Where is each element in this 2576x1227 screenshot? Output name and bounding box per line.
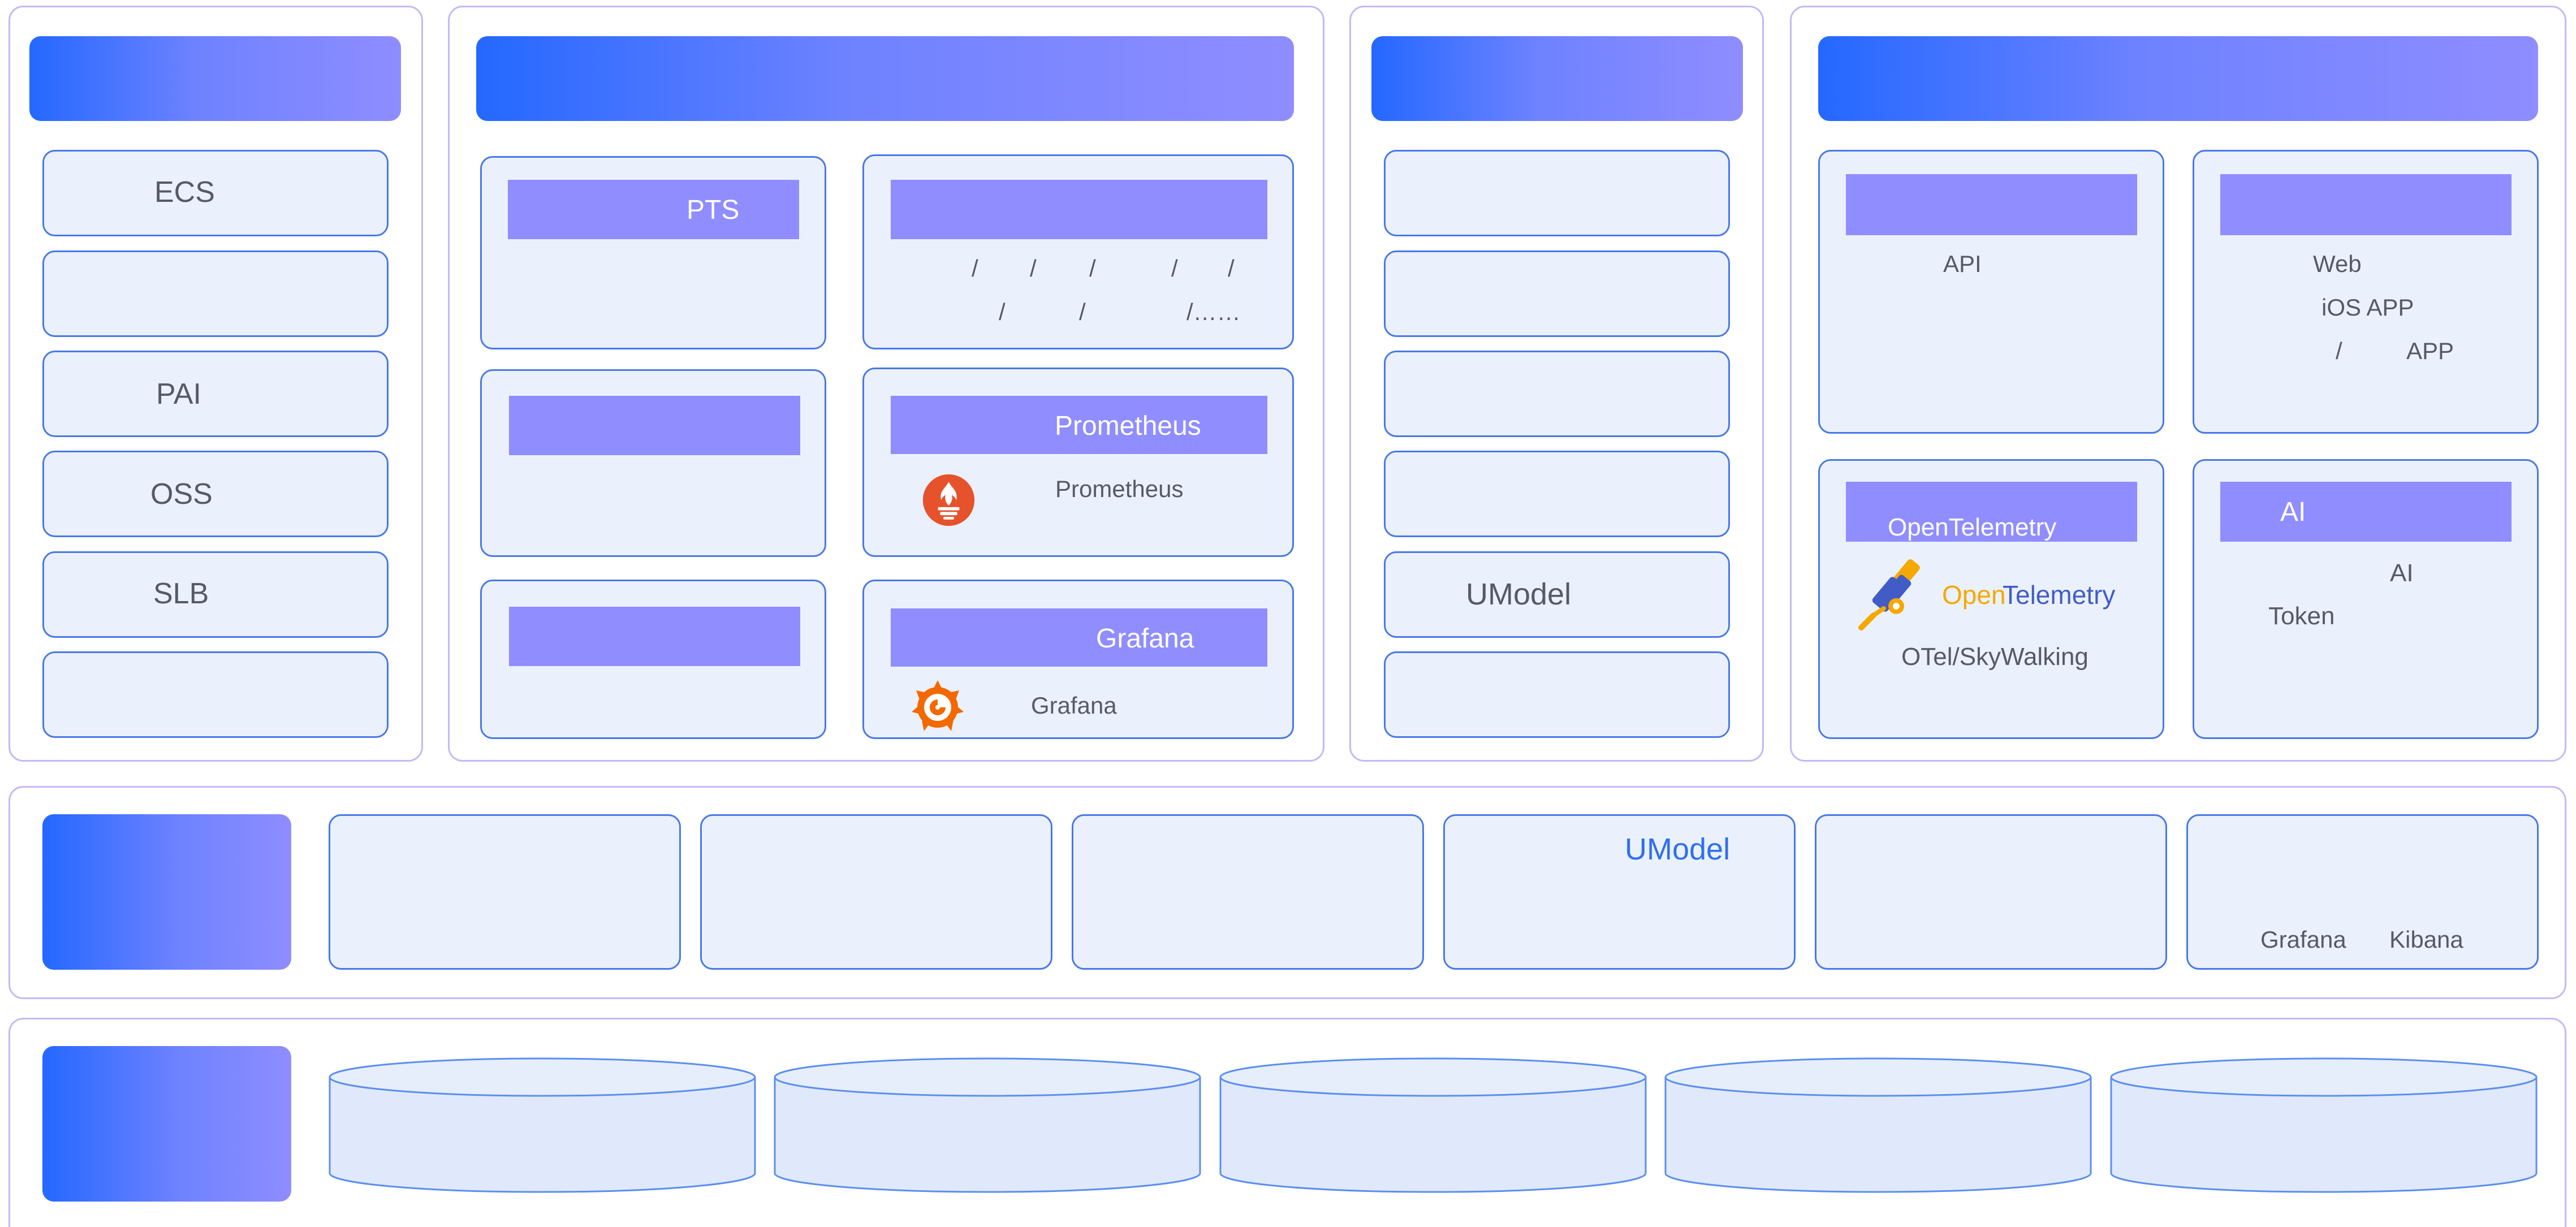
storage-cylinder-3 bbox=[1219, 1057, 1647, 1193]
storage-cylinder-4 bbox=[1664, 1057, 2092, 1193]
storage-cylinder-1 bbox=[329, 1057, 756, 1193]
storage-cylinders bbox=[329, 1057, 2538, 1193]
storage-cylinder-5 bbox=[2110, 1057, 2538, 1193]
storage-cylinder-2 bbox=[774, 1057, 1201, 1193]
